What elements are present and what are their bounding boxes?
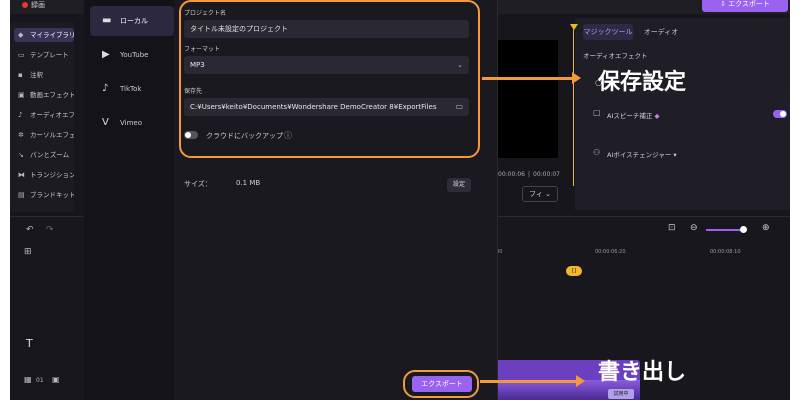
vimeo-icon: V	[102, 117, 109, 128]
tab-local-label: ローカル	[120, 17, 148, 25]
record-button[interactable]: 録画	[22, 0, 82, 10]
export-button[interactable]: エクスポート	[412, 376, 472, 392]
zoom-slider[interactable]	[706, 229, 744, 231]
youtube-icon: ▶	[102, 49, 110, 60]
library-item-label: オーディオエフェ	[30, 111, 74, 119]
annotation-icon: ▪	[18, 71, 23, 79]
brand-kit-icon: ▤	[18, 191, 25, 199]
ruler-label: 00:00:08:10	[710, 249, 741, 255]
tab-vimeo-label: Vimeo	[120, 119, 142, 127]
speech-bubble-icon: ▢	[593, 108, 601, 117]
transition-icon: ⧓	[18, 171, 25, 179]
time-current: 00:00:06	[498, 171, 525, 178]
export-dialog-sidebar: ▬ ローカル ▶ YouTube ♪ TikTok V Vimeo	[84, 0, 174, 400]
playhead-handle[interactable]	[570, 24, 578, 30]
track-lock-icon[interactable]: ▣	[52, 375, 60, 384]
size-value: 0.1 MB	[236, 179, 261, 187]
zoom-out-icon[interactable]: ⊖	[690, 223, 698, 233]
library-item-label: パンとズーム	[30, 151, 70, 159]
record-dot-icon	[22, 2, 28, 8]
audio-effect-icon: ♪	[18, 111, 23, 119]
preview-canvas	[488, 40, 558, 158]
playhead[interactable]	[573, 26, 574, 186]
library-item-brand-kit[interactable]: ▤ ブランドキット	[14, 188, 74, 202]
callout-save-settings: 保存設定	[598, 70, 687, 95]
tab-magic-tools[interactable]: マジックツール	[583, 24, 633, 40]
split-marker-icon[interactable]: ⟦⟧	[566, 266, 582, 276]
library-item-label: テンプレート	[30, 51, 69, 59]
library-item-template[interactable]: ▭ テンプレート	[14, 48, 74, 62]
tab-vimeo[interactable]: V Vimeo	[90, 108, 174, 138]
library-item-my-library[interactable]: ◆ マイライブラリ	[14, 28, 74, 42]
track-film-icon: ▦	[24, 375, 32, 384]
video-effect-icon: ▣	[18, 91, 25, 99]
diamond-icon: ◆	[654, 112, 660, 120]
fit-timeline-icon[interactable]: ⊡	[668, 223, 676, 233]
add-track-icon[interactable]: ⊞	[24, 247, 32, 257]
time-total: 00:00:07	[533, 171, 560, 178]
tab-youtube-label: YouTube	[120, 51, 149, 59]
ruler-label: 00:00:06:20	[595, 249, 626, 255]
track-number: 01	[36, 377, 44, 384]
pan-zoom-icon: ↘	[18, 151, 24, 159]
callout-arrowhead-export	[576, 375, 585, 387]
save-settings-highlight	[179, 0, 480, 158]
tab-tiktok[interactable]: ♪ TikTok	[90, 74, 174, 104]
library-item-annotation[interactable]: ▪ 注釈	[14, 68, 74, 82]
text-tool-icon[interactable]: T	[26, 337, 33, 350]
tab-tiktok-label: TikTok	[120, 85, 142, 93]
library-item-label: 注釈	[30, 71, 43, 79]
export-top-button[interactable]: ⇩ エクスポート	[702, 0, 788, 12]
audio-effect-section-label: オーディオエフェクト	[583, 52, 648, 60]
library-sidebar: ◆マイライブラリ ▭テンプレート ▪注釈 ▣動画エフェクト ♪オーディオエフェ …	[10, 22, 74, 212]
ai-speech-text: AIスピーチ補正	[607, 112, 653, 120]
voice-changer-icon: ⚇	[593, 148, 601, 157]
fit-dropdown[interactable]: フィ ⌄	[522, 186, 558, 202]
size-label: サイズ：	[184, 180, 212, 188]
library-item-label: カーソルエフェク	[30, 131, 74, 139]
tab-local[interactable]: ▬ ローカル	[90, 6, 174, 36]
library-item-transition[interactable]: ⧓ トランジション	[14, 168, 74, 182]
settings-button[interactable]: 設定	[447, 178, 471, 192]
callout-arrow-save	[482, 77, 572, 80]
redo-icon[interactable]: ↷	[46, 225, 54, 235]
trial-badge: 試用中	[608, 389, 634, 399]
ai-speech-toggle[interactable]	[773, 110, 787, 118]
undo-icon[interactable]: ↶	[26, 225, 34, 235]
cursor-effect-icon: ✲	[18, 131, 24, 139]
callout-arrowhead-save	[572, 72, 581, 84]
tab-audio[interactable]: オーディオ	[641, 24, 681, 40]
library-item-video-effect[interactable]: ▣ 動画エフェクト	[14, 88, 74, 102]
zoom-in-icon[interactable]: ⊕	[762, 223, 770, 233]
stack-icon: ◆	[18, 31, 24, 39]
callout-export: 書き出し	[598, 360, 687, 385]
ai-voice-changer-label[interactable]: AIボイスチェンジャー ▾	[607, 149, 677, 159]
library-item-label: 動画エフェクト	[30, 91, 74, 99]
zoom-slider-thumb[interactable]	[740, 226, 747, 233]
ai-speech-label: AIスピーチ補正 ◆	[607, 110, 659, 120]
time-separator: |	[528, 171, 531, 178]
right-panel: マジックツール オーディオ オーディオエフェクト ○ ▢ AIスピーチ補正 ◆ …	[575, 18, 790, 210]
record-label: 録画	[31, 1, 45, 9]
callout-arrow-export	[480, 380, 576, 383]
template-icon: ▭	[18, 51, 25, 59]
tiktok-icon: ♪	[102, 83, 109, 94]
library-item-audio-effect[interactable]: ♪ オーディオエフェ	[14, 108, 74, 122]
library-item-label: マイライブラリ	[30, 31, 74, 39]
monitor-icon: ▬	[102, 15, 112, 26]
library-item-pan-zoom[interactable]: ↘ パンとズーム	[14, 148, 74, 162]
library-item-label: ブランドキット	[30, 191, 74, 199]
library-item-cursor-effect[interactable]: ✲ カーソルエフェク	[14, 128, 74, 142]
tab-youtube[interactable]: ▶ YouTube	[90, 40, 174, 70]
library-item-label: トランジション	[30, 171, 74, 179]
